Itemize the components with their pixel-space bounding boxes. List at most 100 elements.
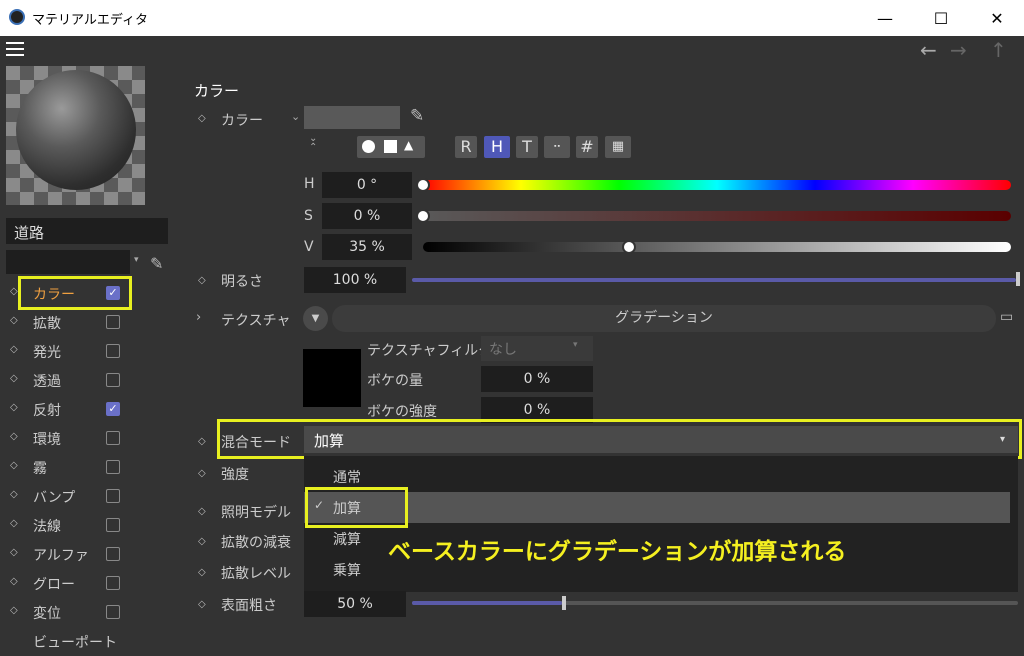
keyframe-diamond-icon[interactable]: ◇ — [10, 547, 18, 558]
forward-arrow-icon[interactable]: → — [950, 38, 967, 62]
hue-slider[interactable] — [423, 180, 1011, 190]
v-field[interactable]: 35 % — [322, 234, 412, 260]
up-arrow-icon[interactable]: ↑ — [990, 38, 1007, 62]
brightness-field[interactable]: 100 % — [304, 267, 406, 293]
saturation-knob[interactable] — [416, 209, 430, 223]
channel-label: 環境 — [33, 432, 61, 448]
value-slider[interactable] — [423, 242, 1011, 252]
sidebar-item-channel[interactable]: ◇ 発光 — [0, 337, 176, 366]
keyframe-diamond-icon[interactable]: ◇ — [198, 567, 206, 578]
roughness-slider[interactable] — [412, 601, 562, 605]
chevron-down-icon[interactable]: ⌄ — [291, 110, 300, 123]
keyframe-diamond-icon[interactable]: ◇ — [198, 436, 206, 447]
keyframe-diamond-icon[interactable]: ◇ — [10, 576, 18, 587]
keyframe-diamond-icon[interactable]: ◇ — [198, 506, 206, 517]
hamburger-menu-icon[interactable] — [6, 42, 24, 56]
sidebar-item-channel[interactable]: ◇ 霧 — [0, 453, 176, 482]
sidebar-item-channel[interactable]: ◇ 環境 — [0, 424, 176, 453]
dropdown-option-multiply[interactable]: 乗算 — [333, 560, 361, 580]
keyframe-diamond-icon[interactable]: ◇ — [198, 536, 206, 547]
chevron-right-icon[interactable]: › — [196, 310, 201, 325]
texture-menu-button[interactable]: ▼ — [303, 306, 328, 331]
eyedropper-icon[interactable]: ✎ — [150, 254, 163, 273]
brightness-slider[interactable] — [412, 278, 1016, 282]
channel-checkbox[interactable] — [106, 373, 120, 387]
keyframe-diamond-icon[interactable]: ◇ — [198, 275, 206, 286]
layer-field[interactable] — [6, 250, 130, 274]
hex-mode-button[interactable]: # — [576, 136, 598, 158]
channel-checkbox[interactable] — [106, 576, 120, 590]
channel-checkbox[interactable] — [106, 489, 120, 503]
close-button[interactable]: ✕ — [974, 0, 1020, 36]
mixer-mode-button[interactable]: ⠒ — [544, 136, 570, 158]
caret-down-icon: ▾ — [573, 340, 578, 350]
texture-thumbnail[interactable] — [303, 349, 361, 407]
keyframe-diamond-icon[interactable]: ◇ — [10, 373, 18, 384]
collapse-arrows-icon[interactable]: ⌄ ⌃ — [309, 134, 317, 153]
color-swatch[interactable] — [304, 106, 400, 129]
eyedropper-icon[interactable]: ✎ — [410, 106, 424, 126]
s-label: S — [304, 208, 313, 224]
sidebar-item-channel[interactable]: ◇ 透過 — [0, 366, 176, 395]
minimize-button[interactable]: — — [862, 0, 908, 36]
saturation-slider[interactable] — [423, 211, 1011, 221]
channel-checkbox[interactable]: ✓ — [106, 402, 120, 416]
square-mode-icon[interactable] — [384, 140, 397, 153]
image-mode-icon[interactable]: ▲ — [404, 138, 413, 152]
keyframe-diamond-icon[interactable]: ◇ — [10, 518, 18, 529]
blur-field[interactable]: 0 % — [481, 366, 593, 392]
material-name-field[interactable]: 道路 — [6, 218, 168, 244]
color-label: カラー — [221, 113, 263, 129]
sidebar-item-channel[interactable]: ◇ 法線 — [0, 511, 176, 540]
roughness-field[interactable]: 50 % — [304, 591, 406, 617]
keyframe-diamond-icon[interactable]: ◇ — [198, 468, 206, 479]
back-arrow-icon[interactable]: ← — [920, 38, 937, 62]
keyframe-diamond-icon[interactable]: ◇ — [10, 286, 18, 297]
keyframe-diamond-icon[interactable]: ◇ — [198, 599, 206, 610]
wheel-mode-icon[interactable] — [362, 140, 375, 153]
dropdown-option-subtract[interactable]: 減算 — [333, 529, 361, 549]
sidebar-item-channel[interactable]: ◇ バンプ — [0, 482, 176, 511]
texture-filter-select[interactable]: なし ▾ — [481, 336, 593, 361]
swatches-mode-button[interactable]: ▦ — [605, 136, 631, 158]
texture-gradient-button[interactable]: グラデーション — [332, 305, 996, 332]
sidebar-item-channel[interactable]: ◇ 反射 ✓ — [0, 395, 176, 424]
title-bar: マテリアルエディタ — ☐ ✕ — [0, 0, 1024, 36]
channel-checkbox[interactable] — [106, 344, 120, 358]
maximize-button[interactable]: ☐ — [918, 0, 964, 36]
strength-label: 強度 — [221, 467, 249, 483]
channel-checkbox[interactable] — [106, 518, 120, 532]
keyframe-diamond-icon[interactable]: ◇ — [10, 460, 18, 471]
hue-knob[interactable] — [416, 178, 430, 192]
caret-down-icon[interactable]: ▾ — [134, 255, 139, 265]
hsv-mode-button[interactable]: H — [484, 136, 510, 158]
kelvin-mode-button[interactable]: T — [516, 136, 538, 158]
channel-checkbox[interactable] — [106, 547, 120, 561]
sidebar-item-viewport[interactable]: ビューポート — [33, 632, 117, 652]
keyframe-diamond-icon[interactable]: ◇ — [10, 431, 18, 442]
h-field[interactable]: 0 ° — [322, 172, 412, 198]
sidebar-item-channel[interactable]: ◇ 拡散 — [0, 308, 176, 337]
keyframe-diamond-icon[interactable]: ◇ — [10, 402, 18, 413]
channel-checkbox[interactable] — [106, 460, 120, 474]
folder-icon[interactable]: ▭ — [1000, 309, 1013, 325]
sidebar-item-channel[interactable]: ◇ 変位 — [0, 598, 176, 627]
channel-checkbox[interactable] — [106, 315, 120, 329]
keyframe-diamond-icon[interactable]: ◇ — [10, 605, 18, 616]
sidebar-item-channel[interactable]: ◇ アルファ — [0, 540, 176, 569]
brightness-handle[interactable] — [1016, 272, 1020, 286]
rgb-mode-button[interactable]: R — [455, 136, 477, 158]
keyframe-diamond-icon[interactable]: ◇ — [10, 489, 18, 500]
material-preview[interactable] — [6, 66, 145, 205]
channel-checkbox[interactable] — [106, 431, 120, 445]
s-field[interactable]: 0 % — [322, 203, 412, 229]
dropdown-option-normal[interactable]: 通常 — [333, 467, 361, 487]
keyframe-diamond-icon[interactable]: ◇ — [10, 315, 18, 326]
roughness-handle[interactable] — [562, 596, 566, 610]
value-knob[interactable] — [621, 240, 636, 254]
keyframe-diamond-icon[interactable]: ◇ — [198, 113, 206, 124]
keyframe-diamond-icon[interactable]: ◇ — [10, 344, 18, 355]
sidebar-item-channel[interactable]: ◇ グロー — [0, 569, 176, 598]
app-icon — [9, 9, 25, 25]
channel-checkbox[interactable] — [106, 605, 120, 619]
